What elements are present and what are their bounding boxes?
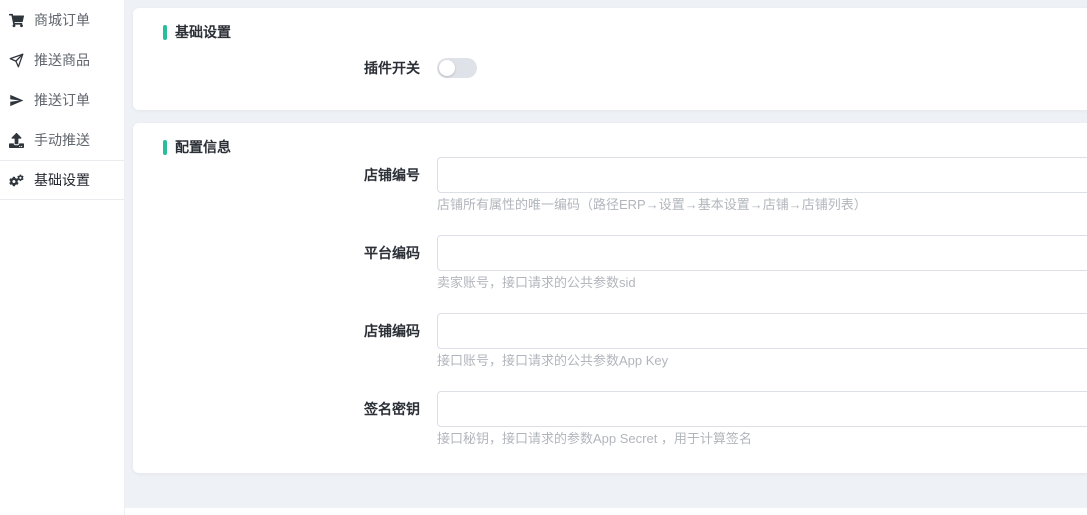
accent-bar — [163, 25, 167, 40]
basic-settings-section-title: 基础设置 — [163, 22, 1087, 42]
app-window: 商城订单 推送商品 推送订单 手动推送 — [0, 0, 1087, 515]
upload-icon — [8, 132, 25, 149]
platform-code-label: 平台编码 — [133, 235, 420, 271]
shop-number-control: 店铺所有属性的唯一编码（路径ERP→设置→基本设置→店铺→店铺列表） — [437, 157, 1087, 213]
form-field-platform-code: 平台编码 卖家账号，接口请求的公共参数sid — [133, 235, 1087, 291]
sidebar-item-label: 基础设置 — [34, 170, 90, 190]
sign-secret-control: 接口秘钥，接口请求的参数App Secret ，用于计算签名 — [437, 391, 1087, 447]
sign-secret-label: 签名密钥 — [133, 391, 420, 427]
plugin-switch-row: 插件开关 — [133, 58, 1087, 83]
shop-code-label: 店铺编码 — [133, 313, 420, 349]
plugin-switch-control — [437, 58, 1087, 83]
main-content: 基础设置 插件开关 配置信息 店铺编号 店铺所有属性的唯一编码（路径ERP→设置… — [125, 0, 1087, 508]
sidebar-item-label: 手动推送 — [34, 130, 90, 150]
platform-code-control: 卖家账号，接口请求的公共参数sid — [437, 235, 1087, 291]
config-info-card: 配置信息 店铺编号 店铺所有属性的唯一编码（路径ERP→设置→基本设置→店铺→店… — [133, 123, 1087, 473]
field-helper: 卖家账号，接口请求的公共参数sid — [437, 275, 1087, 291]
sign-secret-input[interactable] — [437, 391, 1087, 427]
sidebar-item-label: 推送订单 — [34, 90, 90, 110]
sidebar-item-mall-orders[interactable]: 商城订单 — [0, 0, 124, 40]
shop-code-control: 接口账号，接口请求的公共参数App Key — [437, 313, 1087, 369]
sidebar-item-basic-settings[interactable]: 基础设置 — [0, 160, 124, 200]
sidebar-item-label: 推送商品 — [34, 50, 90, 70]
platform-code-input[interactable] — [437, 235, 1087, 271]
field-helper: 接口秘钥，接口请求的参数App Secret ，用于计算签名 — [437, 431, 1087, 447]
plugin-switch-toggle[interactable] — [437, 58, 477, 78]
sidebar-item-label: 商城订单 — [34, 10, 90, 30]
basic-settings-card: 基础设置 插件开关 — [133, 8, 1087, 110]
send-filled-icon — [8, 92, 25, 109]
field-helper: 接口账号，接口请求的公共参数App Key — [437, 353, 1087, 369]
shop-code-input[interactable] — [437, 313, 1087, 349]
shop-number-label: 店铺编号 — [133, 157, 420, 193]
send-outline-icon — [8, 52, 25, 69]
sidebar-item-push-products[interactable]: 推送商品 — [0, 40, 124, 80]
sidebar-item-manual-push[interactable]: 手动推送 — [0, 120, 124, 160]
gears-icon — [8, 172, 25, 189]
form-field-shop-code: 店铺编码 接口账号，接口请求的公共参数App Key — [133, 313, 1087, 369]
switch-knob — [439, 60, 455, 76]
plugin-switch-label: 插件开关 — [133, 58, 420, 78]
shopping-cart-icon — [8, 12, 25, 29]
section-title-text: 配置信息 — [175, 137, 231, 157]
sidebar-item-push-orders[interactable]: 推送订单 — [0, 80, 124, 120]
accent-bar — [163, 140, 167, 155]
section-title-text: 基础设置 — [175, 22, 231, 42]
sidebar: 商城订单 推送商品 推送订单 手动推送 — [0, 0, 125, 515]
field-helper: 店铺所有属性的唯一编码（路径ERP→设置→基本设置→店铺→店铺列表） — [437, 197, 1087, 213]
config-info-section-title: 配置信息 — [163, 137, 1087, 157]
shop-number-input[interactable] — [437, 157, 1087, 193]
form-field-shop-number: 店铺编号 店铺所有属性的唯一编码（路径ERP→设置→基本设置→店铺→店铺列表） — [133, 157, 1087, 213]
form-field-sign-secret: 签名密钥 接口秘钥，接口请求的参数App Secret ，用于计算签名 — [133, 391, 1087, 447]
